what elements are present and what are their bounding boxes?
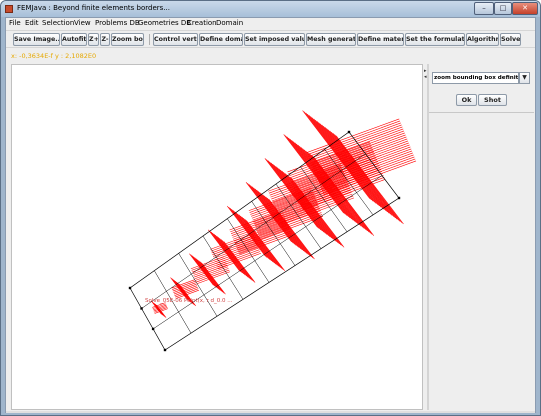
algorithm-button[interactable]: Algorithm — [466, 33, 499, 46]
set-imposed-values-button[interactable]: Set imposed values — [244, 33, 305, 46]
main-frame: File Edit Selection View Problems DB Geo… — [5, 17, 536, 413]
menu-problems-db[interactable]: Problems DB — [95, 19, 140, 27]
toolbar-separator — [149, 34, 150, 45]
mode-select[interactable]: zoom bounding box definition — [432, 72, 519, 84]
toolbar: Save Image... Autofit Z+ Z- Zoom box Con… — [6, 30, 535, 48]
define-domain-button[interactable]: Define domain — [199, 33, 243, 46]
mesh-line — [210, 231, 243, 274]
cursor-coordinates: x: -0,3634E-f y : 2,1082E0 — [11, 52, 97, 60]
control-vertex — [347, 130, 351, 134]
zoom-box-button[interactable]: Zoom box — [111, 33, 144, 46]
mesh-line — [222, 240, 254, 282]
control-vertex — [140, 307, 143, 310]
status-strip — [6, 411, 535, 413]
right-panel: zoom bounding box definition ▼ Ok Shot — [429, 64, 534, 410]
ok-button[interactable]: Ok — [456, 94, 477, 106]
menu-file[interactable]: File — [9, 19, 21, 27]
chevron-down-icon[interactable]: ▼ — [519, 72, 530, 84]
zoom-in-button[interactable]: Z+ — [88, 33, 99, 46]
application-window: FEMJava : Beyond finite elements borders… — [0, 0, 541, 416]
define-material-button[interactable]: Define material — [357, 33, 404, 46]
minimize-button[interactable]: – — [474, 2, 494, 15]
autofit-button[interactable]: Autofit — [61, 33, 87, 46]
drawing-canvas[interactable]: Solve_05E-06 Point(x, r d_0.0 ... — [11, 64, 423, 410]
mesh-generator-button[interactable]: Mesh generator — [306, 33, 356, 46]
control-vertex — [163, 348, 167, 352]
title-bar[interactable]: FEMJava : Beyond finite elements borders… — [1, 1, 540, 17]
save-image-button[interactable]: Save Image... — [13, 33, 60, 46]
control-vertex — [128, 286, 132, 290]
panel-divider — [429, 112, 534, 113]
menu-geometries-db[interactable]: Geometries DB — [138, 19, 191, 27]
control-vertex — [151, 327, 155, 331]
solve-button[interactable]: Solve — [500, 33, 521, 46]
menu-edit[interactable]: Edit — [25, 19, 39, 27]
domain-label: Solve_05E-06 Point(x, r d_0.0 ... — [145, 298, 233, 304]
close-button[interactable]: ✕ — [512, 2, 538, 15]
window-title: FEMJava : Beyond finite elements borders… — [17, 4, 170, 12]
menu-selection[interactable]: Selection — [42, 19, 74, 27]
menu-creation[interactable]: Creation — [187, 19, 217, 27]
menu-bar: File Edit Selection View Problems DB Geo… — [6, 18, 535, 29]
shot-button[interactable]: Shot — [478, 94, 507, 106]
app-icon — [5, 5, 13, 13]
zoom-out-button[interactable]: Z- — [100, 33, 110, 46]
control-vertex-button[interactable]: Control vertex — [153, 33, 198, 46]
menu-view[interactable]: View — [74, 19, 91, 27]
mesh-plot: Solve_05E-06 Point(x, r d_0.0 ... — [128, 110, 417, 352]
menu-domain[interactable]: Domain — [216, 19, 243, 27]
set-formulation-button[interactable]: Set the formulation — [405, 33, 465, 46]
maximize-button[interactable]: □ — [494, 2, 512, 15]
control-vertex — [397, 196, 401, 200]
